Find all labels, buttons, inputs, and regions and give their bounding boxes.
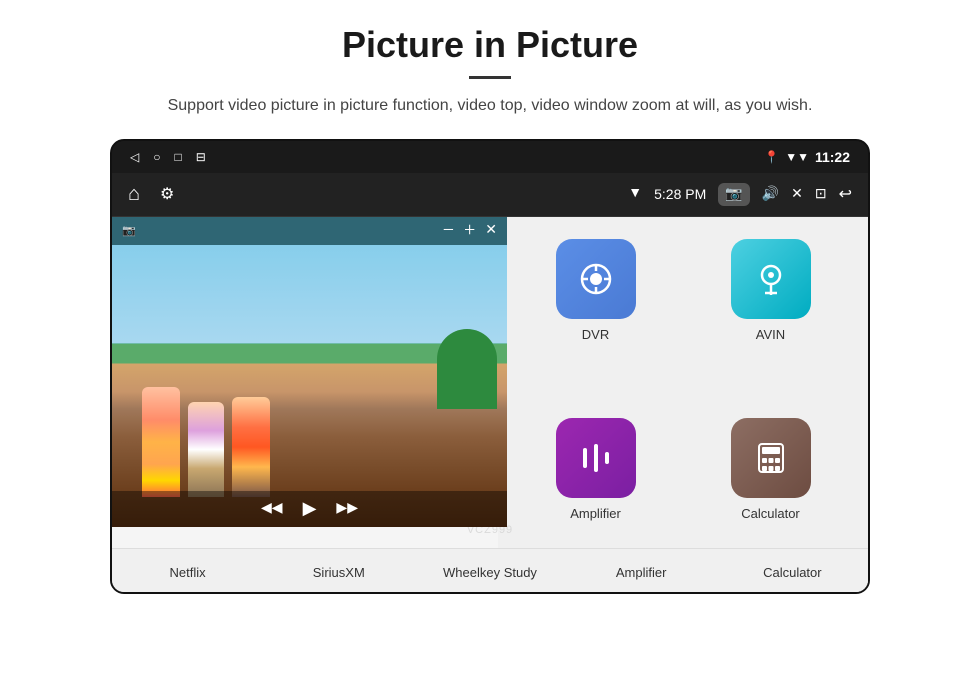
back-nav-icon[interactable]: ◁ (130, 150, 139, 164)
usb-icon: ⚙ (160, 184, 174, 204)
pip-camera-icon: 📷 (122, 224, 136, 237)
pip-prev-btn[interactable]: ◀◀ (261, 500, 283, 517)
pip-video-overlay[interactable]: 📷 − + ✕ (112, 217, 507, 527)
wifi-status-icon: ▼ (628, 186, 642, 202)
calculator-icon[interactable] (731, 418, 811, 498)
app-cell-avin[interactable]: AVIN (683, 227, 858, 407)
recent-nav-icon[interactable]: □ (174, 150, 181, 164)
dvr-label: DVR (582, 327, 609, 342)
home-nav-icon[interactable]: ○ (153, 150, 160, 164)
nav-bar-left: ⌂ ⚙ (128, 183, 174, 206)
volume-icon[interactable]: 🔊 (762, 186, 779, 203)
return-icon[interactable]: ↩ (839, 184, 852, 204)
device-frame: ◁ ○ □ ⊟ 📍 ▼▼ 11:22 ⌂ ⚙ ▼ 5:28 PM 📷 🔊 (110, 139, 870, 594)
bottom-label-calculator: Calculator (732, 565, 852, 580)
avin-label: AVIN (756, 327, 785, 342)
bottom-labels-row: Netflix SiriusXM Wheelkey Study Amplifie… (112, 548, 868, 594)
title-divider (469, 76, 511, 79)
app-nav-bar: ⌂ ⚙ ▼ 5:28 PM 📷 🔊 ✕ ⊡ ↩ (112, 173, 868, 217)
pip-plus-btn[interactable]: + (464, 219, 475, 242)
dvr-icon[interactable] (556, 239, 636, 319)
app-grid: DVR AVIN (498, 217, 868, 594)
home-icon[interactable]: ⌂ (128, 183, 140, 206)
camera-icon[interactable]: 📷 (718, 183, 749, 206)
app-content: 📷 − + ✕ (112, 217, 868, 594)
status-bar-right: 📍 ▼▼ 11:22 (764, 149, 850, 165)
bottom-label-amplifier: Amplifier (581, 565, 701, 580)
amplifier-icon[interactable] (556, 418, 636, 498)
amplifier-label: Amplifier (570, 506, 621, 521)
page-subtitle: Support video picture in picture functio… (168, 93, 813, 119)
bottom-label-wheelkey: Wheelkey Study (430, 565, 550, 580)
pip-video-content: ◀◀ ▶ ▶▶ (112, 245, 507, 527)
location-icon: 📍 (764, 150, 779, 164)
nav-bar-right: ▼ 5:28 PM 📷 🔊 ✕ ⊡ ↩ (628, 183, 852, 206)
status-time: 11:22 (815, 149, 850, 165)
page-title: Picture in Picture (342, 24, 638, 66)
app-cell-dvr[interactable]: DVR (508, 227, 683, 407)
pip-minus-btn[interactable]: − (443, 219, 454, 242)
media-nav-icon[interactable]: ⊟ (196, 150, 206, 164)
pip-close-btn[interactable]: ✕ (485, 222, 497, 239)
bottom-label-siriusxm: SiriusXM (279, 565, 399, 580)
pip-resize-controls: − + ✕ (443, 219, 497, 242)
pip-play-btn[interactable]: ▶ (303, 498, 317, 519)
status-bar-left: ◁ ○ □ ⊟ (130, 150, 206, 164)
bottom-label-netflix: Netflix (128, 565, 248, 580)
calculator-label: Calculator (741, 506, 800, 521)
pip-top-bar: 📷 − + ✕ (112, 217, 507, 245)
pip-playback-controls: ◀◀ ▶ ▶▶ (112, 491, 507, 527)
page-container: Picture in Picture Support video picture… (0, 0, 980, 698)
avin-icon[interactable] (731, 239, 811, 319)
pip-next-btn[interactable]: ▶▶ (336, 500, 358, 517)
wifi-icon: ▼▼ (785, 150, 809, 164)
android-status-bar: ◁ ○ □ ⊟ 📍 ▼▼ 11:22 (112, 141, 868, 173)
close-x-icon[interactable]: ✕ (791, 186, 803, 203)
nav-time: 5:28 PM (654, 186, 706, 202)
pip-window-icon[interactable]: ⊡ (815, 186, 827, 203)
